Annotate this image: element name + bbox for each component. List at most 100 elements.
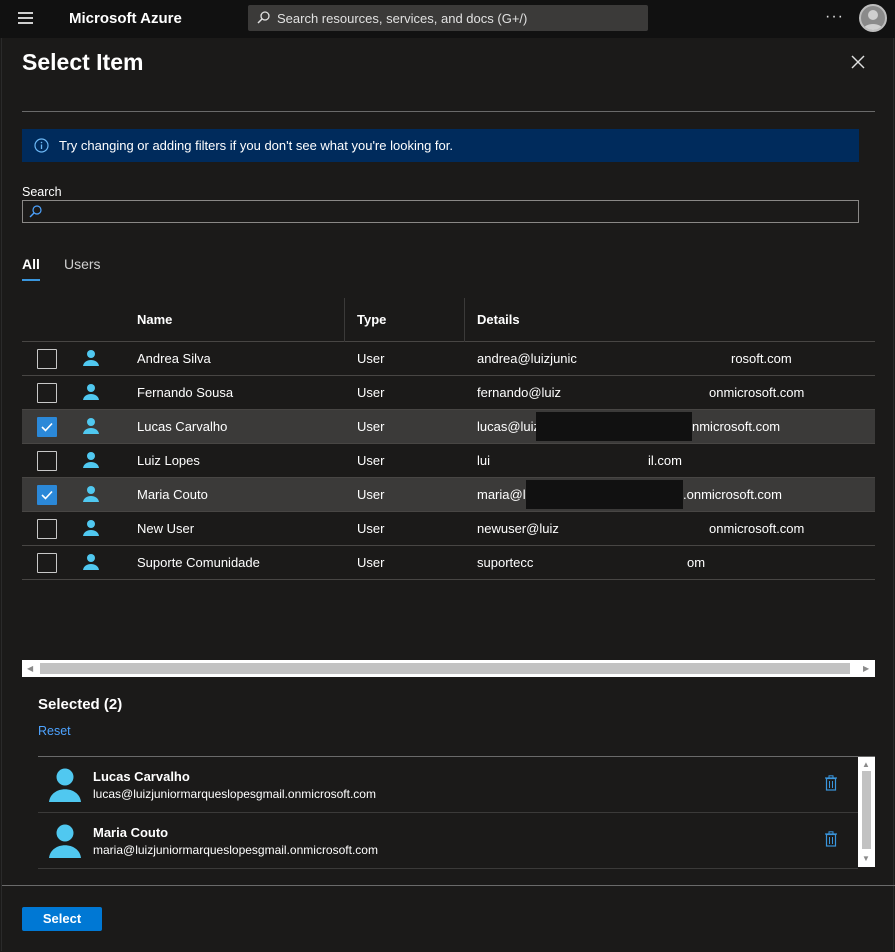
user-icon <box>83 519 99 542</box>
scrollbar-thumb[interactable] <box>862 771 871 849</box>
table-row[interactable]: Suporte Comunidade User suportecc om <box>22 546 875 580</box>
scroll-left-icon[interactable]: ◀ <box>27 664 33 673</box>
row-details: maria@lu <box>477 487 533 502</box>
redaction-block <box>536 412 692 441</box>
column-divider[interactable] <box>344 298 345 342</box>
row-details-end: nmicrosoft.com <box>692 419 781 434</box>
user-icon <box>83 553 99 576</box>
row-type: User <box>357 419 385 434</box>
row-type: User <box>357 453 385 468</box>
search-icon <box>29 205 42 223</box>
info-banner: Try changing or adding filters if you do… <box>22 129 859 162</box>
user-icon <box>83 451 99 474</box>
user-avatar[interactable] <box>859 4 887 32</box>
reset-link[interactable]: Reset <box>38 724 71 738</box>
row-details-end: .onmicrosoft.com <box>683 487 782 502</box>
row-type: User <box>357 521 385 536</box>
search-input[interactable] <box>22 200 859 223</box>
user-icon <box>83 383 99 406</box>
trash-icon[interactable] <box>824 775 838 796</box>
row-name: Lucas Carvalho <box>137 419 228 434</box>
table-row-selected[interactable]: Lucas Carvalho User lucas@luiz nmicrosof… <box>22 410 875 444</box>
scroll-up-icon[interactable]: ▲ <box>862 760 870 769</box>
user-icon <box>83 349 99 372</box>
vertical-scrollbar[interactable]: ▲ ▼ <box>858 757 875 867</box>
select-button[interactable]: Select <box>22 907 102 931</box>
row-type: User <box>357 385 385 400</box>
row-type: User <box>357 555 385 570</box>
column-header-details[interactable]: Details <box>477 312 520 327</box>
row-name: New User <box>137 521 195 536</box>
search-icon <box>257 11 270 29</box>
search-label: Search <box>22 185 62 199</box>
selected-list: Lucas Carvalho lucas@luizjuniormarqueslo… <box>38 756 875 869</box>
selected-item: Lucas Carvalho lucas@luizjuniormarqueslo… <box>38 757 858 813</box>
selected-count-title: Selected (2) <box>38 696 123 713</box>
selected-item-email: maria@luizjuniormarqueslopesgmail.onmicr… <box>93 843 378 857</box>
row-name: Luiz Lopes <box>137 453 200 468</box>
column-header-name[interactable]: Name <box>137 312 172 327</box>
row-name: Andrea Silva <box>137 351 211 366</box>
row-details: lui <box>477 453 491 468</box>
row-checkbox[interactable] <box>37 553 57 573</box>
selected-item-name: Maria Couto <box>93 825 169 840</box>
horizontal-scrollbar[interactable]: ◀ ▶ <box>22 660 875 677</box>
brand-title[interactable]: Microsoft Azure <box>69 10 182 27</box>
user-icon <box>49 767 81 808</box>
selected-item-name: Lucas Carvalho <box>93 769 190 784</box>
table-row[interactable]: Fernando Sousa User fernando@luiz onmicr… <box>22 376 875 410</box>
trash-icon[interactable] <box>824 831 838 852</box>
row-details-end: onmicrosoft.com <box>709 521 805 536</box>
column-divider[interactable] <box>464 298 465 342</box>
select-item-panel: Select Item Try changing or adding filte… <box>1 38 895 951</box>
row-name: Maria Couto <box>137 487 208 502</box>
active-tab-indicator <box>22 279 40 281</box>
table-row[interactable]: Luiz Lopes User lui il.com <box>22 444 875 478</box>
user-icon <box>49 823 81 864</box>
row-details: lucas@luiz <box>477 419 541 434</box>
selected-item-email: lucas@luizjuniormarqueslopesgmail.onmicr… <box>93 787 376 801</box>
global-search-placeholder: Search resources, services, and docs (G+… <box>277 11 528 26</box>
info-icon <box>34 138 49 158</box>
row-details-end: rosoft.com <box>731 351 792 366</box>
row-details-end: il.com <box>648 453 682 468</box>
table-row[interactable]: New User User newuser@luiz onmicrosoft.c… <box>22 512 875 546</box>
table-row[interactable]: Andrea Silva User andrea@luizjunic rosof… <box>22 342 875 376</box>
close-icon[interactable] <box>851 55 865 69</box>
column-header-type[interactable]: Type <box>357 312 386 327</box>
scrollbar-thumb[interactable] <box>40 663 850 674</box>
row-checkbox-checked[interactable] <box>37 417 57 437</box>
row-checkbox[interactable] <box>37 349 57 369</box>
row-details: andrea@luizjunic <box>477 351 577 366</box>
user-icon <box>83 417 99 440</box>
tab-all[interactable]: All <box>22 256 40 272</box>
selected-item: Maria Couto maria@luizjuniormarqueslopes… <box>38 813 858 869</box>
row-checkbox-checked[interactable] <box>37 485 57 505</box>
row-name: Fernando Sousa <box>137 385 234 400</box>
user-icon <box>83 485 99 508</box>
page-title: Select Item <box>22 49 144 75</box>
header-divider <box>22 111 875 112</box>
row-checkbox[interactable] <box>37 451 57 471</box>
row-type: User <box>357 351 385 366</box>
global-search-input[interactable]: Search resources, services, and docs (G+… <box>248 5 648 31</box>
scroll-down-icon[interactable]: ▼ <box>862 854 870 863</box>
redaction-block <box>526 480 683 509</box>
row-details: suportecc <box>477 555 534 570</box>
row-details: fernando@luiz <box>477 385 562 400</box>
table-header: Name Type Details <box>22 298 875 342</box>
row-checkbox[interactable] <box>37 519 57 539</box>
row-details: newuser@luiz <box>477 521 559 536</box>
hamburger-menu-icon[interactable] <box>18 12 33 24</box>
tab-users[interactable]: Users <box>64 256 101 272</box>
top-bar: Microsoft Azure Search resources, servic… <box>0 0 895 38</box>
row-checkbox[interactable] <box>37 383 57 403</box>
table-row-selected[interactable]: Maria Couto User maria@lu .onmicrosoft.c… <box>22 478 875 512</box>
info-text: Try changing or adding filters if you do… <box>59 138 453 153</box>
row-name: Suporte Comunidade <box>137 555 260 570</box>
more-options-icon[interactable]: ··· <box>825 8 844 26</box>
row-type: User <box>357 487 385 502</box>
scroll-right-icon[interactable]: ▶ <box>863 664 869 673</box>
footer-divider <box>2 885 895 886</box>
row-details-end: om <box>687 555 706 570</box>
